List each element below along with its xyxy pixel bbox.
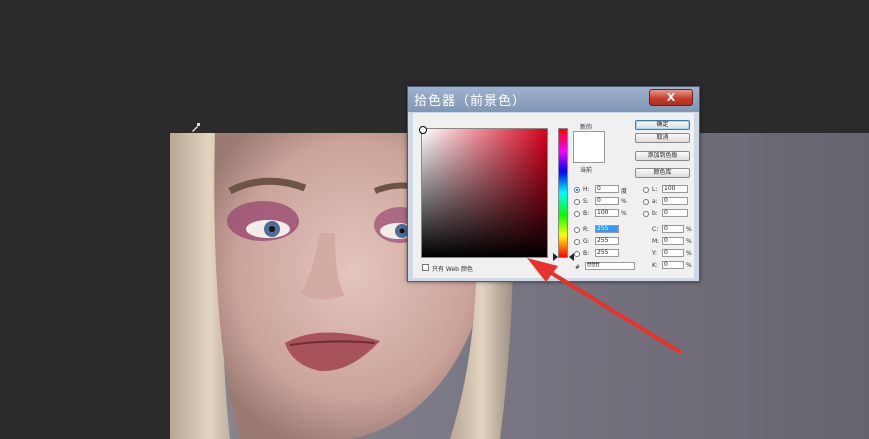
- r-field[interactable]: 255: [595, 225, 619, 233]
- y-field[interactable]: 0: [662, 249, 684, 257]
- r-label: R:: [583, 226, 590, 233]
- a-radio[interactable]: [643, 199, 649, 205]
- k-label: K:: [652, 262, 658, 269]
- add-to-swatches-button[interactable]: 添加到色板: [635, 151, 690, 161]
- s-unit: %: [621, 198, 627, 205]
- hue-slider[interactable]: [558, 128, 568, 258]
- hex-label: #: [575, 264, 581, 271]
- s-field[interactable]: 0: [595, 197, 619, 205]
- y-unit: %: [686, 250, 692, 257]
- b-field[interactable]: 100: [595, 209, 619, 217]
- hue-slider-handle-left[interactable]: [553, 253, 558, 261]
- dialog-title: 拾色器（前景色）: [414, 94, 527, 109]
- y-label: Y:: [652, 250, 657, 257]
- new-color-swatch: [573, 131, 605, 163]
- color-marker[interactable]: [419, 126, 427, 134]
- only-web-colors-checkbox[interactable]: [422, 264, 429, 271]
- m-label: M:: [652, 238, 660, 245]
- b-radio[interactable]: [574, 211, 580, 217]
- color-picker-dialog: 拾色器（前景色） X 新的 当前 确定 取消 添加到色板 颜色库 H: 0 度 …: [407, 86, 700, 282]
- a-field[interactable]: 0: [662, 197, 688, 205]
- ok-button[interactable]: 确定: [635, 120, 690, 130]
- eyedropper-icon: [192, 123, 200, 132]
- b-label: B:: [583, 210, 590, 217]
- l-field[interactable]: 100: [662, 185, 688, 193]
- a-label: a:: [652, 198, 658, 205]
- g-field[interactable]: 255: [595, 237, 619, 245]
- dialog-body: 新的 当前 确定 取消 添加到色板 颜色库 H: 0 度 S: 0 % B: 1…: [413, 113, 694, 278]
- h-unit: 度: [621, 188, 628, 195]
- r-radio[interactable]: [574, 227, 580, 233]
- rgb-b-radio[interactable]: [574, 251, 580, 257]
- saturation-brightness-field[interactable]: [419, 126, 548, 258]
- lab-b-radio[interactable]: [643, 211, 649, 217]
- cancel-button[interactable]: 取消: [635, 133, 690, 143]
- new-label: 新的: [580, 124, 593, 131]
- l-radio[interactable]: [643, 187, 649, 193]
- k-unit: %: [686, 262, 692, 269]
- title-bar[interactable]: 拾色器（前景色） X: [408, 87, 699, 112]
- h-radio[interactable]: [574, 187, 580, 193]
- l-label: L:: [652, 186, 658, 193]
- s-label: S:: [583, 198, 589, 205]
- current-label: 当前: [580, 167, 593, 174]
- s-radio[interactable]: [574, 199, 580, 205]
- only-web-colors-label: 只有 Web 颜色: [432, 266, 473, 273]
- h-label: H:: [583, 186, 590, 193]
- lab-b-label: b:: [652, 210, 658, 217]
- h-field[interactable]: 0: [595, 185, 619, 193]
- close-button[interactable]: X: [649, 89, 693, 106]
- m-unit: %: [686, 238, 692, 245]
- c-unit: %: [686, 226, 692, 233]
- rgb-b-field[interactable]: 255: [595, 249, 619, 257]
- g-label: G:: [583, 238, 590, 245]
- hex-field[interactable]: ffffff: [585, 262, 635, 270]
- k-field[interactable]: 0: [662, 261, 684, 269]
- color-libraries-button[interactable]: 颜色库: [635, 168, 690, 178]
- c-field[interactable]: 0: [662, 225, 684, 233]
- b-unit: %: [621, 210, 627, 217]
- c-label: C:: [652, 226, 659, 233]
- m-field[interactable]: 0: [662, 237, 684, 245]
- g-radio[interactable]: [574, 239, 580, 245]
- rgb-b-label: B:: [583, 250, 590, 257]
- lab-b-field[interactable]: 0: [662, 209, 688, 217]
